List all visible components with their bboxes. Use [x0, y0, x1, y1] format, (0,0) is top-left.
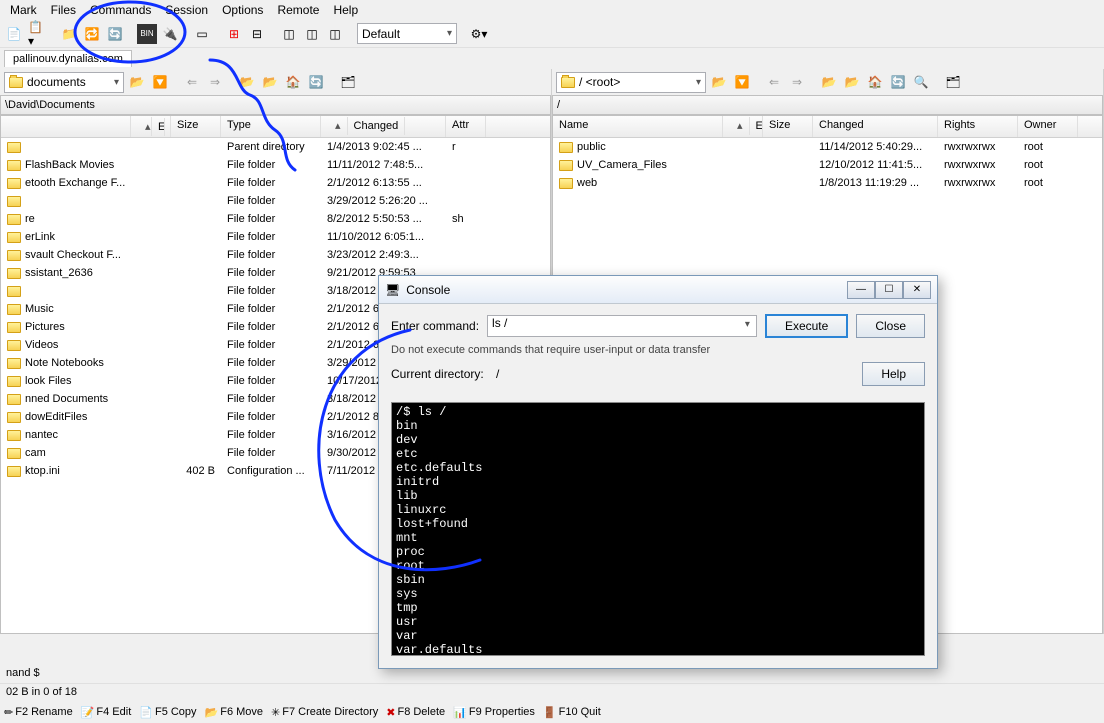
table-row[interactable]: etooth Exchange F...File folder2/1/2012 …	[1, 174, 550, 192]
f8-delete[interactable]: ✖ F8 Delete	[386, 706, 445, 719]
col-changed[interactable]: Changed	[813, 116, 938, 137]
tree-icon[interactable]: 🗂	[943, 72, 963, 92]
disconnect-icon[interactable]: 🔌	[160, 24, 180, 44]
filter-icon[interactable]: 🔽	[732, 72, 752, 92]
maximize-icon[interactable]: ☐	[875, 281, 903, 299]
select-icon[interactable]: ⊞	[224, 24, 244, 44]
curdir-path: /	[496, 367, 499, 381]
col-size[interactable]: Size	[171, 116, 221, 137]
forward-icon[interactable]: ⇒	[205, 72, 225, 92]
table-row[interactable]: File folder3/29/2012 5:26:20 ...	[1, 192, 550, 210]
folder-icon	[9, 77, 23, 88]
filter1-icon[interactable]: ◫	[279, 24, 299, 44]
f4-edit[interactable]: 📝 F4 Edit	[81, 706, 132, 719]
back-icon[interactable]: ⇐	[764, 72, 784, 92]
terminal-output[interactable]: /$ ls / bin dev etc etc.defaults initrd …	[391, 402, 925, 656]
local-path: \David\Documents	[0, 95, 551, 115]
col-changed[interactable]: ▴Changed	[321, 116, 446, 137]
col-ext[interactable]: ▴Ext	[131, 116, 171, 137]
f5-copy[interactable]: 📄 F5 Copy	[139, 706, 196, 719]
open-folder-icon[interactable]: 📂	[709, 72, 729, 92]
function-key-bar: ✏ F2 Rename 📝 F4 Edit 📄 F5 Copy 📂 F6 Mov…	[0, 701, 1104, 723]
execute-button[interactable]: Execute	[765, 314, 848, 338]
find-icon[interactable]: 🔍	[911, 72, 931, 92]
queue-icon[interactable]: ▭	[192, 24, 212, 44]
menu-session[interactable]: Session	[159, 1, 214, 19]
home-icon[interactable]: 🏠	[865, 72, 885, 92]
remote-path: /	[552, 95, 1103, 115]
settings-icon[interactable]: 📋▾	[27, 24, 47, 44]
curdir-label: Current directory:	[391, 367, 484, 381]
f6-move[interactable]: 📂 F6 Move	[205, 706, 264, 719]
col-name[interactable]: Name	[553, 116, 723, 137]
f2-rename[interactable]: ✏ F2 Rename	[4, 706, 73, 719]
local-nav-bar: documents 📂 🔽 ⇐ ⇒ 📂 📂 🏠 🔄 🗂	[0, 69, 551, 95]
menu-files[interactable]: Files	[45, 1, 82, 19]
table-row[interactable]: reFile folder8/2/2012 5:50:53 ...sh	[1, 210, 550, 228]
bookmark-icon[interactable]: 📁	[59, 24, 79, 44]
console-title: Console	[406, 283, 847, 297]
status-bar: 02 B in 0 of 18	[0, 683, 1104, 701]
home-icon[interactable]: 🏠	[283, 72, 303, 92]
f10-quit[interactable]: 🚪 F10 Quit	[543, 706, 601, 719]
terminal-text: /$ ls / bin dev etc etc.defaults initrd …	[392, 403, 924, 656]
filter3-icon[interactable]: ◫	[325, 24, 345, 44]
table-row[interactable]: erLinkFile folder11/10/2012 6:05:1...	[1, 228, 550, 246]
table-row[interactable]: Parent directory1/4/2013 9:02:45 ...r	[1, 138, 550, 156]
col-type[interactable]: Type	[221, 116, 321, 137]
back-icon[interactable]: ⇐	[182, 72, 202, 92]
menu-options[interactable]: Options	[216, 1, 269, 19]
open-folder-icon[interactable]: 📂	[127, 72, 147, 92]
remote-nav-bar: / <root> 📂 🔽 ⇐ ⇒ 📂 📂 🏠 🔄 🔍 🗂	[552, 69, 1103, 95]
f7-create[interactable]: ✳ F7 Create Directory	[271, 706, 378, 719]
filter2-icon[interactable]: ◫	[302, 24, 322, 44]
help-button[interactable]: Help	[862, 362, 925, 386]
console-window[interactable]: 🖥 Console — ☐ ✕ Enter command: ls / Exec…	[378, 275, 938, 669]
filter-icon[interactable]: 🔽	[150, 72, 170, 92]
folder-icon	[561, 77, 575, 88]
table-row[interactable]: svault Checkout F...File folder3/23/2012…	[1, 246, 550, 264]
forward-icon[interactable]: ⇒	[787, 72, 807, 92]
session-tab[interactable]: pallinouv.dynalias.com	[4, 50, 132, 67]
table-row[interactable]: public11/14/2012 5:40:29...rwxrwxrwxroot	[553, 138, 1102, 156]
hint-text: Do not execute commands that require use…	[391, 344, 710, 356]
table-row[interactable]: FlashBack MoviesFile folder11/11/2012 7:…	[1, 156, 550, 174]
f9-properties[interactable]: 📊 F9 Properties	[453, 706, 535, 719]
col-owner[interactable]: Owner	[1018, 116, 1078, 137]
close-button[interactable]: Close	[856, 314, 925, 338]
tree-icon[interactable]: 🗂	[338, 72, 358, 92]
minimize-icon[interactable]: —	[847, 281, 875, 299]
parent-dir-icon[interactable]: 📂	[819, 72, 839, 92]
reconnect-icon[interactable]: 🔄	[105, 24, 125, 44]
sync-browse-icon[interactable]: 🔁	[82, 24, 102, 44]
enter-command-label: Enter command:	[391, 319, 479, 333]
menu-mark[interactable]: Mark	[4, 1, 43, 19]
root-dir-icon[interactable]: 📂	[260, 72, 280, 92]
table-row[interactable]: web1/8/2013 11:19:29 ...rwxrwxrwxroot	[553, 174, 1102, 192]
transfer-mode-icon[interactable]: BIN	[137, 24, 157, 44]
local-drive-combo[interactable]: documents	[4, 72, 124, 93]
menu-commands[interactable]: Commands	[84, 1, 157, 19]
col-ext[interactable]: ▴Ext	[723, 116, 763, 137]
menu-remote[interactable]: Remote	[271, 1, 325, 19]
col-rights[interactable]: Rights	[938, 116, 1018, 137]
console-icon: 🖥	[385, 283, 400, 297]
close-icon[interactable]: ✕	[903, 281, 931, 299]
copy-icon[interactable]: 📄	[4, 24, 24, 44]
main-toolbar: 📄 📋▾ 📁 🔁 🔄 BIN 🔌 ▭ ⊞ ⊟ ◫ ◫ ◫ Default ⚙▾	[0, 20, 1104, 48]
col-size[interactable]: Size	[763, 116, 813, 137]
refresh-icon[interactable]: 🔄	[888, 72, 908, 92]
refresh-icon[interactable]: 🔄	[306, 72, 326, 92]
remote-drive-combo[interactable]: / <root>	[556, 72, 706, 93]
command-input[interactable]: ls /	[487, 315, 757, 337]
root-dir-icon[interactable]: 📂	[842, 72, 862, 92]
col-attr[interactable]: Attr	[446, 116, 486, 137]
unselect-icon[interactable]: ⊟	[247, 24, 267, 44]
preset-combo[interactable]: Default	[357, 23, 457, 44]
main-menu: Mark Files Commands Session Options Remo…	[0, 0, 1104, 20]
settings-gear-icon[interactable]: ⚙▾	[469, 24, 489, 44]
parent-dir-icon[interactable]: 📂	[237, 72, 257, 92]
table-row[interactable]: UV_Camera_Files12/10/2012 11:41:5...rwxr…	[553, 156, 1102, 174]
menu-help[interactable]: Help	[327, 1, 364, 19]
